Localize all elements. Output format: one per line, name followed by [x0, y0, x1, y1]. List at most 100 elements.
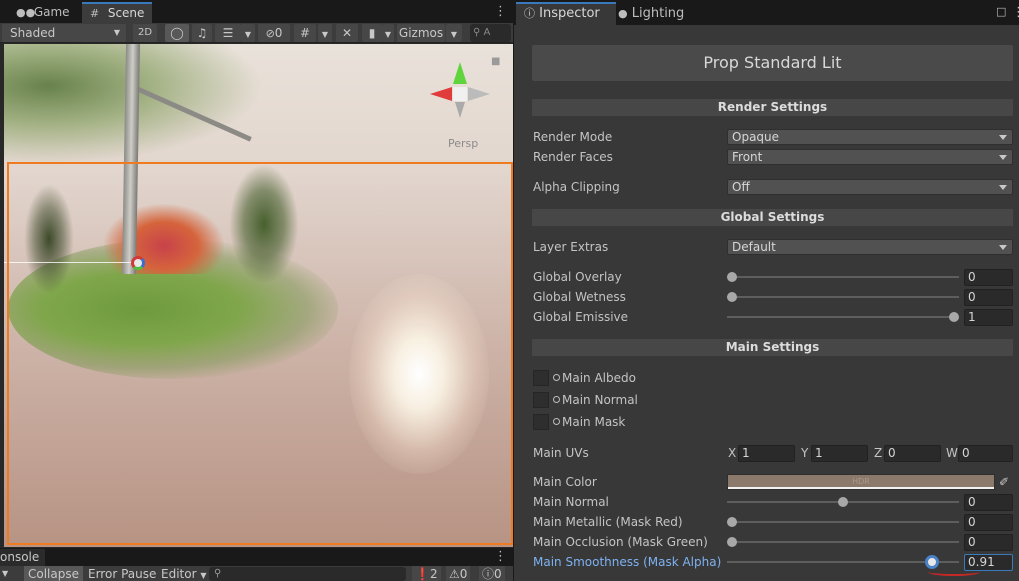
collapse-button[interactable]: Collapse [24, 566, 83, 581]
warning-count: 0 [459, 567, 468, 581]
scene-search-placeholder: A [483, 27, 491, 38]
slider-knob[interactable] [727, 537, 737, 547]
z-axis-cone-icon[interactable] [468, 87, 490, 101]
main-settings-header[interactable]: Main Settings [532, 339, 1013, 356]
scene-menu-kebab-icon[interactable]: ⋮ [494, 5, 507, 18]
search-icon: ⚲ [214, 568, 222, 579]
gizmos-chevron-down-icon[interactable]: ▼ [446, 24, 462, 42]
toggle-2d-button[interactable]: 2D [133, 24, 157, 42]
tab-console[interactable]: onsole [0, 549, 46, 566]
main-normal-label: Main Normal [533, 495, 609, 509]
uv-y-label: Y [801, 446, 809, 460]
main-normal-picker[interactable]: Main Normal [553, 392, 638, 408]
alpha-clipping-dropdown[interactable]: Off [727, 179, 1013, 195]
inspector-panel: ⓘ Inspector ● Lighting □ ⋮ Prop Standard… [513, 0, 1019, 581]
layer-extras-dropdown[interactable]: Default [727, 239, 1013, 255]
inspector-menu-kebab-icon[interactable]: ⋮ [1012, 5, 1019, 20]
main-normal-tex-label: Main Normal [562, 393, 638, 407]
render-faces-value: Front [732, 150, 763, 164]
gizmos-dropdown[interactable]: Gizmos [397, 24, 445, 42]
render-faces-dropdown[interactable]: Front [727, 149, 1013, 165]
tab-inspector[interactable]: ⓘ Inspector [516, 2, 616, 25]
uv-z-label: Z [874, 446, 883, 460]
grid-toggle-icon[interactable]: # [294, 24, 316, 42]
main-color-label: Main Color [533, 475, 597, 489]
orientation-gizmo[interactable] [428, 62, 492, 122]
gizmo-center-cube[interactable] [453, 87, 467, 101]
hidden-objects-toggle[interactable]: ⊘0 [258, 24, 290, 42]
main-color-swatch[interactable]: HDR [727, 474, 995, 490]
hidden-count: 0 [274, 26, 283, 40]
alpha-clipping-value: Off [732, 180, 750, 194]
main-albedo-picker[interactable]: Main Albedo [553, 370, 636, 386]
uv-x-field[interactable]: 1 [738, 445, 795, 462]
effects-chevron-down-icon[interactable]: ▼ [241, 24, 255, 42]
slider-knob[interactable] [727, 517, 737, 527]
global-settings-header[interactable]: Global Settings [532, 209, 1013, 226]
projection-label[interactable]: Persp [448, 137, 478, 150]
chevron-down-icon: ▼ [113, 28, 120, 37]
tab-lighting[interactable]: ● Lighting [618, 2, 684, 25]
tab-game[interactable]: ●● Game [8, 2, 78, 23]
neg-y-axis-cone-icon[interactable] [455, 102, 465, 118]
global-emissive-label: Global Emissive [533, 310, 629, 324]
uv-w-field[interactable]: 0 [958, 445, 1013, 462]
global-overlay-field[interactable]: 0 [964, 269, 1013, 286]
slider-knob[interactable] [727, 272, 737, 282]
main-occlusion-field[interactable]: 0 [964, 534, 1013, 551]
object-picker-icon[interactable] [553, 396, 560, 403]
main-normal-field[interactable]: 0 [964, 494, 1013, 511]
camera-icon[interactable]: ▮ [362, 24, 382, 42]
main-occlusion-slider[interactable] [727, 537, 959, 547]
global-emissive-field[interactable]: 1 [964, 309, 1013, 326]
console-menu-kebab-icon[interactable]: ⋮ [494, 550, 507, 563]
eyedropper-icon[interactable]: ✐ [999, 474, 1013, 490]
grid-chevron-down-icon[interactable]: ▼ [318, 24, 332, 42]
slider-knob[interactable] [727, 292, 737, 302]
object-picker-icon[interactable] [553, 418, 560, 425]
console-search-input[interactable]: ⚲ [209, 567, 406, 581]
y-axis-cone-icon[interactable] [453, 62, 467, 84]
global-wetness-field[interactable]: 0 [964, 289, 1013, 306]
main-normal-slot[interactable] [533, 392, 549, 408]
warning-count-toggle[interactable]: ⚠0 [446, 566, 471, 581]
main-normal-slider[interactable] [727, 497, 959, 507]
lock-icon[interactable]: □ [996, 5, 1006, 18]
audio-toggle-icon[interactable]: ♫ [192, 24, 212, 42]
lighting-toggle-icon[interactable]: ◯ [165, 24, 189, 42]
global-overlay-slider[interactable] [727, 272, 959, 282]
global-emissive-slider[interactable] [727, 312, 959, 322]
tab-lighting-label: Lighting [631, 6, 685, 21]
main-smoothness-slider[interactable] [727, 555, 959, 569]
main-mask-slot[interactable] [533, 414, 549, 430]
tools-icon[interactable]: ✕ [336, 24, 358, 42]
camera-chevron-down-icon[interactable]: ▼ [382, 24, 394, 42]
render-settings-header[interactable]: Render Settings [532, 99, 1013, 116]
slider-knob[interactable] [925, 555, 940, 569]
tab-scene[interactable]: # Scene [82, 2, 153, 23]
alpha-bar [728, 487, 994, 489]
scene-search-input[interactable]: ⚲ A [470, 24, 511, 42]
render-mode-dropdown[interactable]: Opaque [727, 129, 1013, 145]
slider-knob[interactable] [838, 497, 848, 507]
global-wetness-slider[interactable] [727, 292, 959, 302]
uv-z-field[interactable]: 0 [884, 445, 941, 462]
main-albedo-slot[interactable] [533, 370, 549, 386]
lock-icon[interactable]: ■ [491, 56, 500, 67]
uv-y-field[interactable]: 1 [811, 445, 868, 462]
x-axis-cone-icon[interactable] [430, 87, 452, 101]
error-pause-button[interactable]: Error Pause [88, 566, 156, 581]
editor-dropdown[interactable]: Editor ▼ [161, 566, 207, 581]
slider-knob[interactable] [949, 312, 959, 322]
message-count-toggle[interactable]: ⓘ0 [479, 566, 505, 581]
main-metallic-slider[interactable] [727, 517, 959, 527]
error-count-toggle[interactable]: ❗2 [412, 566, 441, 581]
main-metallic-field[interactable]: 0 [964, 514, 1013, 531]
clear-chevron-down-icon[interactable]: ▼ [2, 566, 16, 581]
object-picker-icon[interactable] [553, 374, 560, 381]
effects-toggle-icon[interactable]: ☰ [215, 24, 241, 42]
main-mask-picker[interactable]: Main Mask [553, 414, 625, 430]
editor-label: Editor [161, 567, 197, 581]
hdr-badge: HDR [852, 477, 870, 486]
draw-mode-dropdown[interactable]: Shaded ▼ [2, 24, 126, 42]
